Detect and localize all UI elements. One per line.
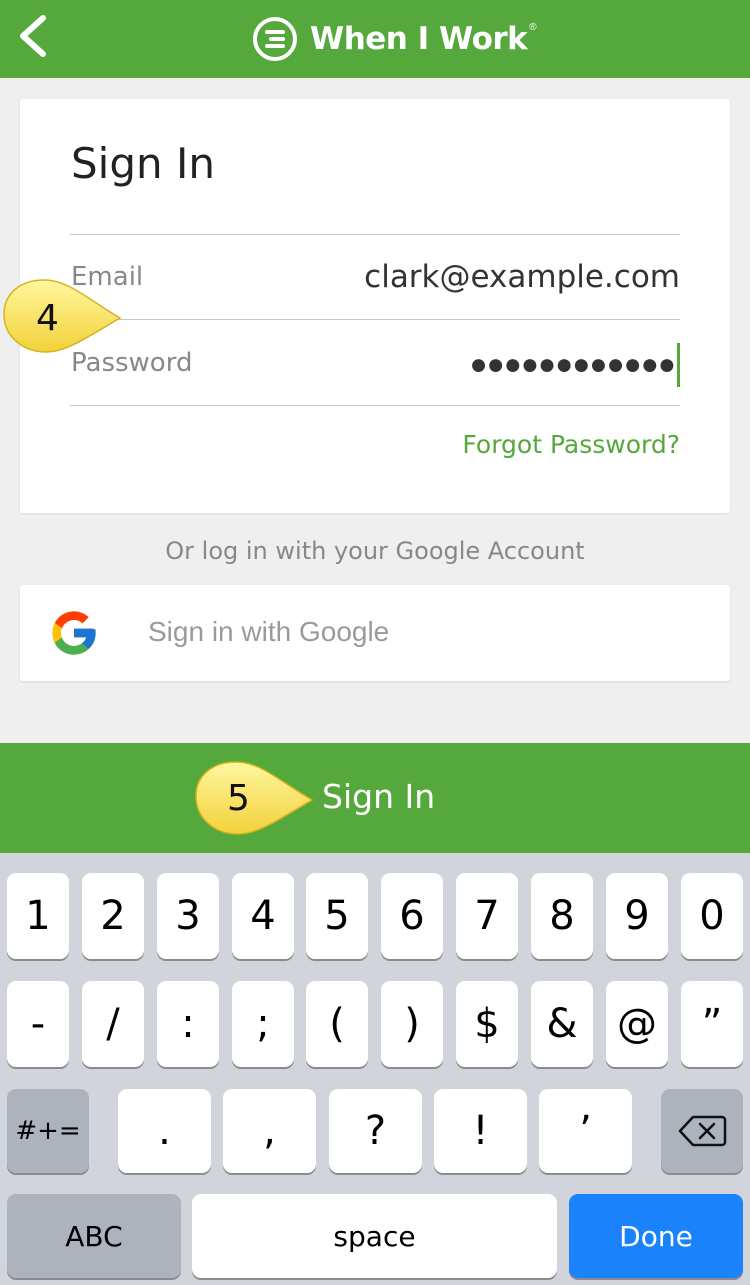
- sign-in-button[interactable]: Sign In: [0, 743, 750, 853]
- key-comma[interactable]: ,: [223, 1089, 316, 1173]
- callout-4: 4: [0, 276, 125, 363]
- key-abc[interactable]: ABC: [7, 1194, 181, 1278]
- key-6[interactable]: 6: [381, 873, 443, 959]
- key-at[interactable]: @: [606, 981, 668, 1067]
- key-open-paren[interactable]: (: [306, 981, 368, 1067]
- card-title: Sign In: [71, 139, 215, 188]
- key-question[interactable]: ?: [329, 1089, 422, 1173]
- divider: [70, 405, 680, 406]
- callout-bubble-icon: [3, 279, 122, 353]
- sign-in-with-google-button[interactable]: Sign in with Google: [20, 585, 730, 681]
- google-button-label: Sign in with Google: [148, 616, 390, 647]
- key-space[interactable]: space: [192, 1194, 557, 1278]
- sign-in-button-label: Sign In: [322, 777, 436, 816]
- backspace-icon: [678, 1115, 727, 1147]
- back-button[interactable]: [10, 10, 54, 62]
- password-value: ●●●●●●●●●●●●: [469, 348, 676, 381]
- callout-number: 5: [227, 778, 250, 819]
- key-semicolon[interactable]: ;: [232, 981, 294, 1067]
- key-slash[interactable]: /: [82, 981, 144, 1067]
- key-symbols[interactable]: #+=: [7, 1089, 89, 1173]
- text-caret: [677, 343, 680, 387]
- key-close-paren[interactable]: ): [381, 981, 443, 1067]
- key-4[interactable]: 4: [232, 873, 294, 959]
- key-done[interactable]: Done: [569, 1194, 743, 1278]
- key-0[interactable]: 0: [681, 873, 743, 959]
- key-5[interactable]: 5: [306, 873, 368, 959]
- key-8[interactable]: 8: [531, 873, 593, 959]
- divider: [70, 234, 680, 235]
- divider: [70, 319, 680, 320]
- forgot-password-link[interactable]: Forgot Password?: [462, 430, 680, 459]
- key-period[interactable]: .: [118, 1089, 211, 1173]
- numeric-keyboard: 1 2 3 4 5 6 7 8 9 0 - / : ; ( ) $ & @ ” …: [0, 853, 750, 1285]
- key-backspace[interactable]: [661, 1089, 743, 1173]
- key-hyphen[interactable]: -: [7, 981, 69, 1067]
- key-apostrophe[interactable]: ’: [539, 1089, 632, 1173]
- or-google-text: Or log in with your Google Account: [165, 537, 585, 565]
- key-3[interactable]: 3: [157, 873, 219, 959]
- key-ampersand[interactable]: &: [531, 981, 593, 1067]
- key-7[interactable]: 7: [456, 873, 518, 959]
- when-i-work-logo-icon: [253, 17, 297, 61]
- key-9[interactable]: 9: [606, 873, 668, 959]
- password-field[interactable]: ●●●●●●●●●●●●: [470, 343, 680, 387]
- email-field[interactable]: clark@example.com: [364, 259, 680, 295]
- chevron-left-icon: [20, 15, 46, 57]
- callout-5: 5: [192, 758, 317, 845]
- key-1[interactable]: 1: [7, 873, 69, 959]
- key-quote[interactable]: ”: [681, 981, 743, 1067]
- callout-bubble-icon: [195, 761, 314, 835]
- key-dollar[interactable]: $: [456, 981, 518, 1067]
- registered-mark: ®: [529, 22, 537, 33]
- callout-number: 4: [36, 298, 59, 339]
- app-header: When I Work ®: [0, 0, 750, 78]
- brand-logo: When I Work ®: [252, 14, 537, 64]
- key-colon[interactable]: :: [157, 981, 219, 1067]
- sign-in-card: Sign In Email clark@example.com Password…: [20, 99, 730, 513]
- brand-name: When I Work: [310, 21, 528, 57]
- key-2[interactable]: 2: [82, 873, 144, 959]
- google-logo-icon: [52, 611, 96, 655]
- key-exclamation[interactable]: !: [434, 1089, 527, 1173]
